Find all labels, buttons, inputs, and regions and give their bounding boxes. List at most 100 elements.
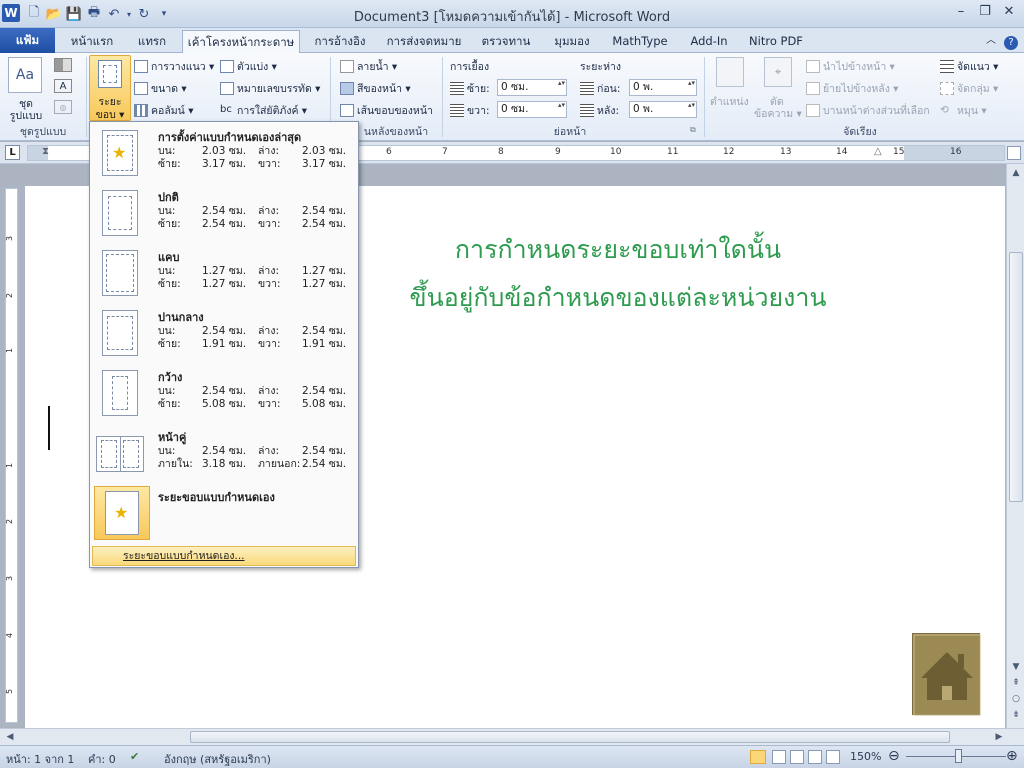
browse-object-icon[interactable]: ○	[1009, 692, 1023, 706]
close-button[interactable]: ✕	[998, 4, 1020, 22]
first-line-indent-marker[interactable]: ⧗	[42, 146, 49, 157]
theme-colors-icon[interactable]	[54, 58, 72, 72]
proofing-check-icon[interactable]: ✔	[130, 750, 139, 763]
group-objects-button[interactable]: จัดกลุ่ม ▾	[940, 80, 998, 97]
page-borders-button[interactable]: เส้นขอบของหน้า	[340, 102, 433, 119]
hyphenation-button[interactable]: bc การใส่ยัติภังค์ ▾	[220, 102, 307, 119]
rotate-button[interactable]: ⟲ หมุน ▾	[940, 102, 987, 119]
margin-guide	[123, 440, 139, 468]
columns-button[interactable]: คอลัมน์ ▾	[134, 102, 193, 119]
theme-effects-icon[interactable]: ◎	[54, 100, 72, 114]
tab-file[interactable]: แฟ้ม	[0, 28, 55, 53]
help-icon[interactable]: ?	[1002, 30, 1020, 52]
ruler-number: 13	[780, 147, 792, 157]
margin-preset-custom[interactable]: ★ ระยะขอบแบบกำหนดเอง	[90, 484, 358, 544]
paragraph-dialog-launcher-icon[interactable]: ⧉	[690, 125, 696, 135]
next-page-icon[interactable]: ⇟	[1009, 708, 1023, 722]
wrap-text-label-2[interactable]: ข้อความ ▾	[754, 105, 802, 122]
margin-preset-wide[interactable]: กว้าง บน: 2.54 ซม. ล่าง: 2.54 ซม. ซ้าย: …	[90, 364, 358, 424]
horizontal-scroll-thumb[interactable]	[190, 731, 950, 743]
margin-preset-last-custom[interactable]: ★ การตั้งค่าแบบกำหนดเองล่าสุด บน: 2.03 ซ…	[90, 124, 358, 184]
vertical-scroll-thumb[interactable]	[1009, 252, 1023, 502]
custom-margins-button[interactable]: ระยะขอบแบบกำหนดเอง...	[92, 546, 356, 566]
group-separator	[442, 57, 443, 137]
right-indent-marker[interactable]: △	[874, 146, 882, 157]
watermark-button[interactable]: ลายน้ำ ▾	[340, 58, 397, 75]
margin-preset-moderate[interactable]: ปานกลาง บน: 2.54 ซม. ล่าง: 2.54 ซม. ซ้าย…	[90, 304, 358, 364]
theme-fonts-icon[interactable]: A	[54, 79, 72, 93]
margin-preset-normal[interactable]: ปกติ บน: 2.54 ซม. ล่าง: 2.54 ซม. ซ้าย: 2…	[90, 184, 358, 244]
zoom-slider-thumb[interactable]	[955, 749, 962, 763]
scroll-left-icon[interactable]: ◀	[3, 730, 17, 744]
margin-preset-narrow[interactable]: แคบ บน: 1.27 ซม. ล่าง: 1.27 ซม. ซ้าย: 1.…	[90, 244, 358, 304]
margin-guide	[112, 376, 128, 410]
home-button[interactable]	[912, 633, 981, 716]
margin-preset-thumbnail: ★	[94, 486, 150, 540]
send-backward-button[interactable]: ย้ายไปข้างหลัง ▾	[806, 80, 898, 97]
zoom-level[interactable]: 150%	[850, 750, 881, 763]
language-indicator[interactable]: อังกฤษ (สหรัฐอเมริกา)	[164, 750, 271, 768]
align-button[interactable]: จัดแนว ▾	[940, 58, 998, 75]
document-text-line-1[interactable]: การกำหนดระยะขอบเท่าใดนั้น	[300, 230, 936, 270]
window-title: Document3 [โหมดความเข้ากันได้] - Microso…	[353, 10, 671, 25]
scroll-up-icon[interactable]: ▲	[1009, 166, 1023, 180]
spacing-after-input[interactable]: 0 พ.	[629, 101, 697, 118]
line-numbers-button[interactable]: หมายเลขบรรทัด ▾	[220, 80, 320, 97]
outline-view-icon[interactable]	[808, 750, 822, 764]
breaks-button[interactable]: ตัวแบ่ง ▾	[220, 58, 277, 75]
bring-forward-button[interactable]: นำไปข้างหน้า ▾	[806, 58, 895, 75]
margin-preset-name: ระยะขอบแบบกำหนดเอง	[158, 491, 275, 504]
spacing-before-input[interactable]: 0 พ.	[629, 79, 697, 96]
margin-preset-mirrored[interactable]: หน้าคู่ บน: 2.54 ซม. ล่าง: 2.54 ซม. ภายใ…	[90, 424, 358, 484]
vruler-number: 2	[5, 518, 15, 525]
tab-page-layout[interactable]: เค้าโครงหน้ากระดาษ	[182, 30, 300, 54]
indent-right-input[interactable]: 0 ซม.	[497, 101, 567, 118]
tab-selector-button[interactable]: L	[5, 145, 20, 160]
tab-view[interactable]: มุมมอง	[546, 30, 598, 52]
page-color-button[interactable]: สีของหน้า ▾	[340, 80, 411, 97]
wrap-text-icon[interactable]: ⌖	[764, 57, 792, 87]
margin-label: ภายนอก:	[258, 458, 301, 470]
margin-value: 5.08 ซม.	[302, 398, 347, 410]
print-layout-view-icon[interactable]	[750, 750, 766, 764]
tab-references[interactable]: การอ้างอิง	[306, 30, 374, 52]
view-ruler-icon[interactable]	[1007, 146, 1021, 160]
tab-mailings[interactable]: การส่งจดหมาย	[382, 30, 466, 52]
position-icon[interactable]	[716, 57, 744, 87]
tab-home[interactable]: หน้าแรก	[64, 30, 120, 52]
horizontal-scrollbar[interactable]: ◀ ▶	[0, 728, 1024, 745]
zoom-out-icon[interactable]: ⊖	[888, 748, 900, 764]
minimize-button[interactable]: –	[950, 4, 972, 22]
selection-pane-label: บานหน้าต่างส่วนที่เลือก	[823, 105, 930, 117]
document-text-line-2[interactable]: ขึ้นอยู่กับข้อกำหนดของแต่ละหน่วยงาน	[300, 278, 936, 318]
scroll-right-icon[interactable]: ▶	[992, 730, 1006, 744]
draft-view-icon[interactable]	[826, 750, 840, 764]
zoom-in-icon[interactable]: ⊕	[1006, 748, 1018, 764]
margin-value: 1.91 ซม.	[302, 338, 347, 350]
minimize-ribbon-icon[interactable]: ︿	[982, 30, 1000, 52]
previous-page-icon[interactable]: ⇞	[1009, 676, 1023, 690]
page-color-icon	[340, 82, 354, 95]
custom-margins-label: ระยะขอบแบบกำหนดเอง...	[123, 550, 245, 562]
tab-nitro-pdf[interactable]: Nitro PDF	[744, 30, 808, 52]
vertical-scrollbar[interactable]: ▲ ▼ ⇞ ○ ⇟	[1006, 164, 1024, 728]
indent-left-input[interactable]: 0 ซม.	[497, 79, 567, 96]
scroll-down-icon[interactable]: ▼	[1009, 660, 1023, 674]
tab-add-in[interactable]: Add-In	[682, 30, 736, 52]
web-layout-icon[interactable]	[790, 750, 804, 764]
themes-label-2[interactable]: รูปแบบ	[4, 107, 48, 124]
selection-pane-button[interactable]: บานหน้าต่างส่วนที่เลือก	[806, 102, 930, 119]
position-label[interactable]: ตำแหน่ง	[710, 93, 749, 110]
vertical-ruler[interactable]: 3 2 1 1 2 3 4 5	[5, 188, 18, 723]
themes-icon[interactable]: Aa	[8, 57, 42, 93]
page-count[interactable]: หน้า: 1 จาก 1	[6, 750, 74, 768]
tab-mathtype[interactable]: MathType	[606, 30, 674, 52]
tab-insert[interactable]: แทรก	[126, 30, 178, 52]
margins-button[interactable]: ระยะ ขอบ ▾	[89, 55, 131, 121]
size-button[interactable]: ขนาด ▾	[134, 80, 187, 97]
orientation-button[interactable]: การวางแนว ▾	[134, 58, 214, 75]
restore-button[interactable]: ❐	[974, 4, 996, 22]
full-screen-reading-icon[interactable]	[772, 750, 786, 764]
tab-review[interactable]: ตรวจทาน	[474, 30, 538, 52]
word-count[interactable]: คำ: 0	[88, 750, 116, 768]
